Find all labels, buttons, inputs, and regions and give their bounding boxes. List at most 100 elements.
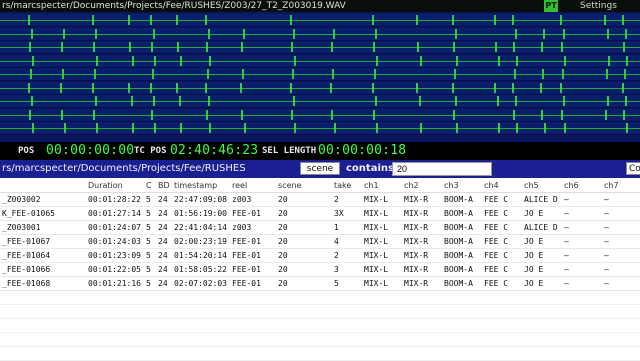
waveform-display[interactable] bbox=[0, 12, 640, 142]
waveform-peak bbox=[151, 42, 153, 52]
waveform-track bbox=[0, 108, 640, 122]
waveform-peak bbox=[622, 82, 624, 93]
waveform-line bbox=[0, 87, 640, 89]
pt-toggle[interactable]: PT bbox=[544, 0, 558, 12]
table-cell: MIX-R bbox=[404, 251, 429, 260]
waveform-peak bbox=[516, 123, 518, 133]
column-header[interactable]: BD bbox=[156, 178, 172, 193]
waveform-peak bbox=[208, 28, 210, 39]
table-cell: 24 bbox=[158, 279, 168, 288]
waveform-peak bbox=[28, 82, 30, 93]
table-cell: MIX-R bbox=[404, 223, 429, 232]
table-row[interactable]: K_FEE-01065 00:01:27:14 5 24 01:56:19:00 FEE-… bbox=[0, 207, 640, 221]
waveform-peak bbox=[560, 15, 562, 25]
column-header[interactable]: reel bbox=[230, 178, 276, 193]
table-cell: 00:01:24:03 bbox=[88, 237, 141, 246]
waveform-peak bbox=[206, 109, 208, 120]
column-header[interactable]: ch7 bbox=[602, 178, 640, 193]
table-cell: 4 bbox=[334, 237, 339, 246]
table-cell: MIX-L bbox=[364, 237, 389, 246]
table-row[interactable]: _Z003002 00:01:28:22 5 24 22:47:09:08 z003 20 2… bbox=[0, 193, 640, 207]
settings-button[interactable]: Settings bbox=[580, 0, 617, 12]
column-header[interactable]: timestamp bbox=[172, 178, 230, 193]
waveform-peak bbox=[373, 109, 375, 120]
waveform-peak bbox=[562, 69, 564, 79]
column-button[interactable]: Co bbox=[626, 162, 640, 175]
waveform-peak bbox=[294, 55, 296, 66]
table-cell: FEE-01 bbox=[232, 237, 261, 246]
waveform-peak bbox=[206, 42, 208, 52]
waveform-peak bbox=[564, 123, 566, 133]
column-header[interactable]: ch5 bbox=[522, 178, 562, 193]
waveform-peak bbox=[28, 15, 30, 25]
table-cell: 5 bbox=[146, 237, 151, 246]
waveform-peak bbox=[623, 109, 625, 120]
column-header[interactable]: ch4 bbox=[482, 178, 522, 193]
table-row[interactable]: _FEE-01068 00:01:21:16 5 24 02:07:02:03 FEE-0… bbox=[0, 277, 640, 291]
column-header[interactable] bbox=[0, 178, 86, 193]
table-cell: MIX-L bbox=[364, 223, 389, 232]
table-cell: – bbox=[604, 209, 609, 218]
table-cell: FEE C bbox=[484, 237, 509, 246]
waveform-peak bbox=[32, 55, 34, 66]
column-header[interactable]: ch6 bbox=[562, 178, 602, 193]
search-input[interactable] bbox=[392, 162, 492, 176]
waveform-peak bbox=[512, 82, 514, 93]
waveform-peak bbox=[561, 109, 563, 120]
waveform-peak bbox=[453, 42, 455, 52]
table-cell: _Z003002 bbox=[2, 195, 41, 204]
waveform-peak bbox=[515, 96, 517, 106]
table-cell: 3 bbox=[334, 265, 339, 274]
column-header[interactable]: ch3 bbox=[442, 178, 482, 193]
waveform-peak bbox=[372, 15, 374, 25]
table-header: Duration C BD timestamp reel scene take ch1 ch2 c… bbox=[0, 178, 640, 193]
waveform-peak bbox=[177, 42, 179, 52]
column-header[interactable]: take bbox=[332, 178, 362, 193]
tc-pos-label: TC POS bbox=[134, 146, 167, 156]
waveform-peak bbox=[542, 69, 544, 79]
table-cell: MIX-L bbox=[364, 195, 389, 204]
table-row[interactable]: _FEE-01067 00:01:24:03 5 24 02:00:23:19 FEE-0… bbox=[0, 235, 640, 249]
table-cell: FEE C bbox=[484, 195, 509, 204]
column-header[interactable]: Duration bbox=[86, 178, 144, 193]
waveform-peak bbox=[240, 82, 242, 93]
transport-info-bar: POS 00:00:00:00 TC POS 02:40:46:23 SEL L… bbox=[0, 142, 640, 160]
waveform-peak bbox=[290, 15, 292, 25]
scene-filter-button[interactable]: scene bbox=[300, 162, 340, 175]
waveform-peak bbox=[420, 123, 422, 133]
waveform-peak bbox=[209, 123, 211, 133]
column-header[interactable]: scene bbox=[276, 178, 332, 193]
column-header[interactable]: ch2 bbox=[402, 178, 442, 193]
table-cell: 02:07:02:03 bbox=[174, 279, 227, 288]
table-row[interactable]: _Z003001 00:01:24:07 5 24 22:41:04:14 z003 20 1… bbox=[0, 221, 640, 235]
table-cell: MIX-R bbox=[404, 237, 429, 246]
sel-length-value: 00:00:00:18 bbox=[318, 143, 407, 158]
waveform-peak bbox=[291, 109, 293, 120]
waveform-peak bbox=[455, 96, 457, 106]
column-header[interactable]: ch1 bbox=[362, 178, 402, 193]
waveform-peak bbox=[154, 55, 156, 66]
waveform-peak bbox=[95, 28, 97, 39]
waveform-peak bbox=[563, 96, 565, 106]
table-cell: – bbox=[564, 251, 569, 260]
waveform-peak bbox=[608, 55, 610, 66]
table-cell: MIX-R bbox=[404, 209, 429, 218]
waveform-line bbox=[0, 47, 640, 48]
waveform-peak bbox=[63, 28, 65, 39]
table-row[interactable]: _FEE-01066 00:01:22:05 5 24 01:58:05:22 FEE-0… bbox=[0, 263, 640, 277]
table-cell: 00:01:28:22 bbox=[88, 195, 141, 204]
column-header[interactable]: C bbox=[144, 178, 156, 193]
table-row[interactable]: _FEE-01064 00:01:23:09 5 24 01:54:20:14 FEE-0… bbox=[0, 249, 640, 263]
waveform-peak bbox=[456, 123, 458, 133]
waveform-peak bbox=[95, 96, 97, 106]
waveform-peak bbox=[607, 28, 609, 39]
table-cell: BOOM-A bbox=[444, 279, 473, 288]
table-cell: 02:00:23:19 bbox=[174, 237, 227, 246]
waveform-peak bbox=[180, 55, 182, 66]
waveform-peak bbox=[294, 123, 296, 133]
waveform-peak bbox=[624, 69, 626, 79]
table-cell: – bbox=[604, 265, 609, 274]
waveform-peak bbox=[541, 109, 543, 120]
waveform-peak bbox=[376, 55, 378, 66]
table-cell: – bbox=[604, 237, 609, 246]
